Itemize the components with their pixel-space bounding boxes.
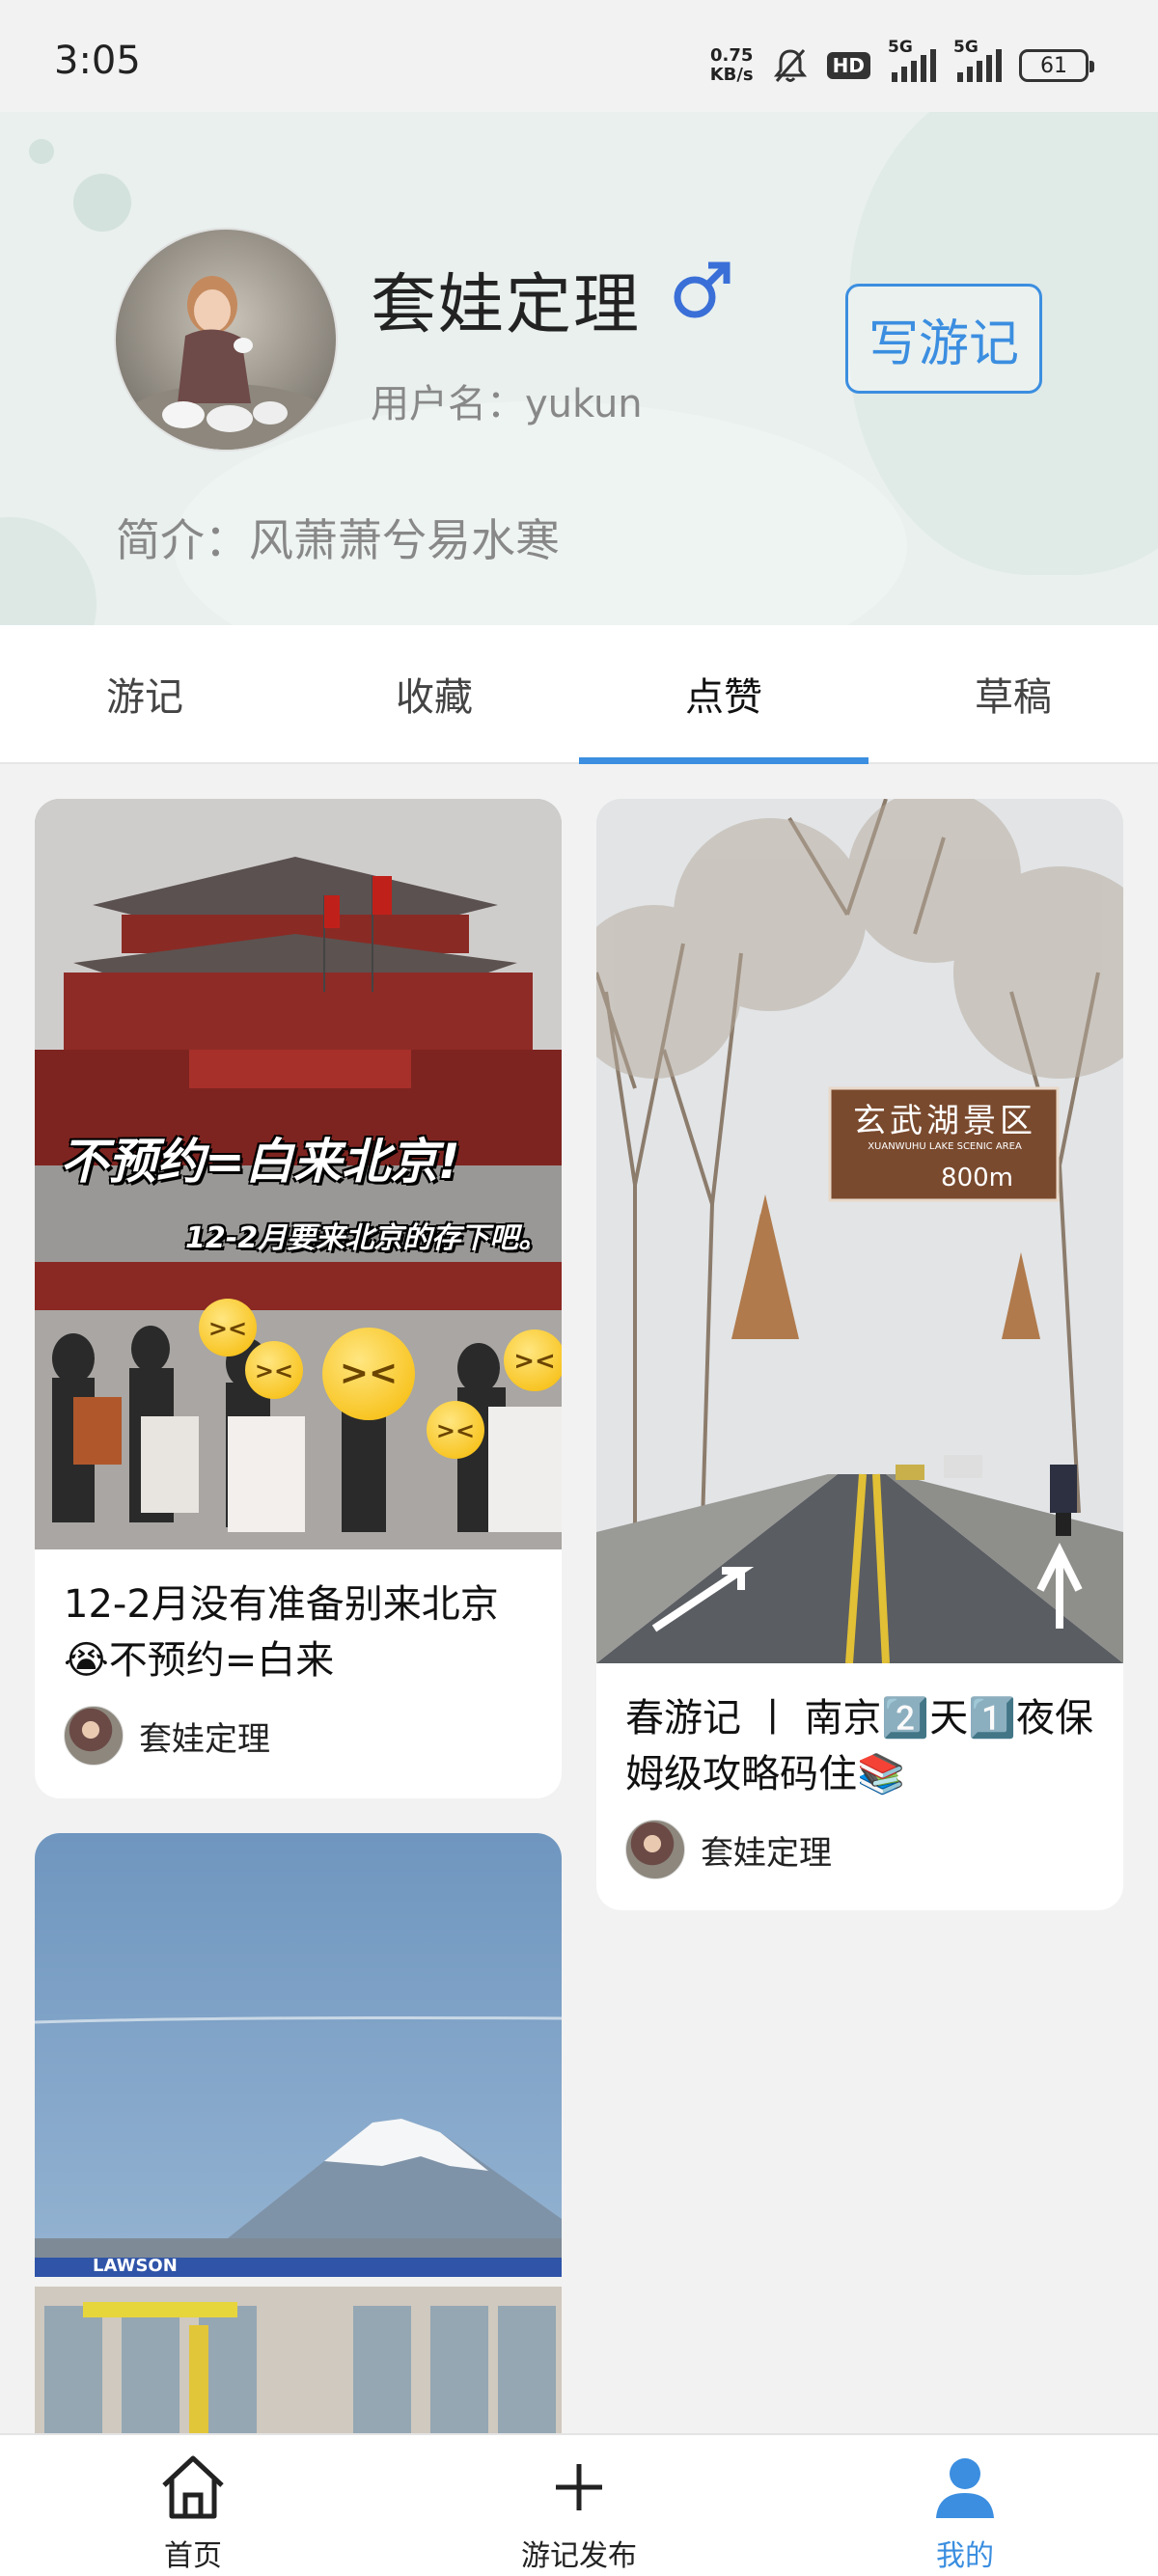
liked-feed: 不预约=白来北京! 12-2月要来北京的存下吧。 >< >< >< >< >< …	[0, 764, 1158, 2433]
bottom-navigation: 首页 游记发布 我的	[0, 2433, 1158, 2576]
nav-home-label: 首页	[164, 2539, 222, 2573]
home-icon	[162, 2455, 224, 2519]
nav-mine[interactable]: 我的	[772, 2435, 1158, 2576]
network-speed: 0.75 KB/s	[709, 45, 754, 85]
tired-face-emoji-icon: ><	[322, 1328, 415, 1420]
tired-face-emoji-icon: ><	[199, 1299, 257, 1357]
store-sign: LAWSON	[93, 2256, 178, 2276]
tab-travelogues[interactable]: 游记	[0, 625, 290, 762]
nav-mine-label: 我的	[936, 2539, 994, 2573]
tired-face-emoji-icon: ><	[245, 1341, 303, 1399]
status-time: 3:05	[54, 39, 141, 83]
status-icons: 0.75 KB/s HD 5G 5G 61	[709, 38, 1094, 93]
bell-muted-icon	[773, 49, 807, 82]
status-bar: 3:05 0.75 KB/s HD 5G 5G 61	[0, 0, 1158, 112]
profile-header: 套娃定理 用户名：yukun 写游记 简介：风萧萧兮易水寒	[0, 112, 1158, 625]
profile-avatar[interactable]	[114, 228, 338, 452]
write-travelogue-button[interactable]: 写游记	[845, 284, 1042, 394]
nav-publish[interactable]: 游记发布	[386, 2435, 772, 2576]
author-avatar	[64, 1706, 124, 1766]
hd-badge: HD	[826, 52, 870, 79]
card-cover-image: 不预约=白来北京! 12-2月要来北京的存下吧。 >< >< >< >< ><	[35, 799, 562, 1549]
card-cover-image: 玄武湖景区 XUANWUHU LAKE SCENIC AREA 800m	[596, 799, 1123, 1663]
profile-nickname: 套娃定理	[371, 267, 642, 343]
signal-icon: 5G	[888, 38, 936, 82]
card-title: 12-2月没有准备别来北京😭不预约=白来	[64, 1582, 499, 1683]
cover-headline: 不预约=白来北京!	[60, 1134, 460, 1190]
tab-likes[interactable]: 点赞	[579, 625, 868, 764]
tired-face-emoji-icon: ><	[427, 1401, 484, 1459]
card-author: 套娃定理	[596, 1802, 1123, 1879]
profile-bio: 简介：风萧萧兮易水寒	[116, 514, 560, 566]
card-cover-image: LAWSON	[35, 1833, 562, 2433]
card-title: 春游记 丨 南京2️⃣天1️⃣夜保姆级攻略码住📚	[625, 1696, 1094, 1796]
tired-face-emoji-icon: ><	[504, 1329, 562, 1391]
nav-home[interactable]: 首页	[0, 2435, 386, 2576]
plus-icon	[556, 2464, 602, 2510]
male-symbol-icon	[674, 261, 731, 318]
nav-publish-label: 游记发布	[521, 2539, 637, 2573]
cover-subline: 12-2月要来北京的存下吧。	[185, 1221, 548, 1255]
author-avatar	[625, 1820, 685, 1879]
tab-favorites[interactable]: 收藏	[290, 625, 579, 762]
travelogue-card[interactable]: 不预约=白来北京! 12-2月要来北京的存下吧。 >< >< >< >< >< …	[35, 799, 562, 1798]
travelogue-card[interactable]: 玄武湖景区 XUANWUHU LAKE SCENIC AREA 800m 春游记…	[596, 799, 1123, 1910]
profile-tabs: 游记 收藏 点赞 草稿	[0, 625, 1158, 764]
battery-icon: 61	[1019, 49, 1094, 82]
author-name: 套娃定理	[701, 1833, 832, 1873]
tab-drafts[interactable]: 草稿	[868, 625, 1158, 762]
card-author: 套娃定理	[35, 1688, 562, 1766]
profile-username: 用户名：yukun	[371, 382, 643, 426]
signal-icon-2: 5G	[953, 38, 1002, 82]
author-name: 套娃定理	[139, 1719, 270, 1759]
travelogue-card[interactable]: LAWSON	[35, 1833, 562, 2433]
person-icon	[936, 2458, 994, 2518]
scenic-sign: 玄武湖景区 XUANWUHU LAKE SCENIC AREA 800m	[853, 1102, 1036, 1192]
